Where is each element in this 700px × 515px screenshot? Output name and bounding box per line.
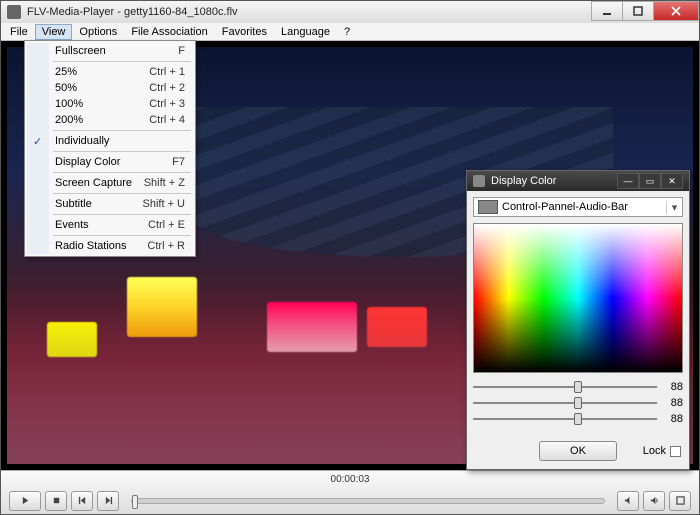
dialog-minimize-button[interactable]: — [617, 173, 639, 189]
swatch-icon [478, 200, 498, 214]
menu-item-shortcut: Ctrl + 1 [149, 66, 185, 78]
menu-options[interactable]: Options [72, 24, 124, 40]
seek-bar[interactable] [131, 498, 605, 504]
menu-item-subtitle[interactable]: Subtitle Shift + U [27, 196, 193, 212]
menu-separator [53, 61, 191, 62]
menu-separator [53, 130, 191, 131]
dialog-close-button[interactable]: ✕ [661, 173, 683, 189]
menu-item-individually[interactable]: ✓ Individually [27, 133, 193, 149]
menu-separator [53, 151, 191, 152]
menu-item-shortcut: Ctrl + 2 [149, 82, 185, 94]
ok-button[interactable]: OK [539, 441, 617, 461]
menu-item-display-color[interactable]: Display Color F7 [27, 154, 193, 170]
menu-item-25-[interactable]: 25% Ctrl + 1 [27, 64, 193, 80]
menu-item-shortcut: F [178, 45, 185, 57]
playback-time: 00:00:03 [331, 474, 370, 485]
slider-1[interactable] [473, 386, 657, 388]
slider-thumb[interactable] [574, 397, 582, 409]
mute-button[interactable] [617, 491, 639, 511]
chevron-down-icon: ▾ [666, 201, 682, 214]
time-display: 00:00:03 [1, 471, 699, 487]
menu-language[interactable]: Language [274, 24, 337, 40]
menu-item-label: Events [55, 219, 89, 231]
slider-2[interactable] [473, 402, 657, 404]
menu-help[interactable]: ? [337, 24, 357, 40]
menu-item-shortcut: Ctrl + R [147, 240, 185, 252]
menu-separator [53, 193, 191, 194]
dialog-icon [473, 175, 485, 187]
window-title: FLV-Media-Player - getty1160-84_1080c.fl… [27, 6, 238, 18]
menu-item-shortcut: Shift + Z [144, 177, 185, 189]
slider-3[interactable] [473, 418, 657, 420]
minimize-button[interactable] [591, 1, 623, 21]
menu-item-50-[interactable]: 50% Ctrl + 2 [27, 80, 193, 96]
color-target-select[interactable]: Control-Pannel-Audio-Bar ▾ [473, 197, 683, 217]
lock-label: Lock [643, 445, 666, 457]
menu-separator [53, 214, 191, 215]
view-menu-dropdown: Fullscreen F 25% Ctrl + 1 50% Ctrl + 2 100% Ctr… [24, 40, 196, 257]
menu-item-label: Screen Capture [55, 177, 132, 189]
dialog-maximize-button[interactable]: ▭ [639, 173, 661, 189]
slider-thumb[interactable] [574, 381, 582, 393]
menu-item-shortcut: Ctrl + 4 [149, 114, 185, 126]
app-icon [7, 5, 21, 19]
color-picker[interactable] [473, 223, 683, 373]
menu-item-shortcut: Ctrl + 3 [149, 98, 185, 110]
menu-item-label: 100% [55, 98, 83, 110]
maximize-button[interactable] [622, 1, 654, 21]
menu-view[interactable]: View [35, 24, 73, 40]
menu-item-label: 50% [55, 82, 77, 94]
slider-2-value: 88 [663, 397, 683, 409]
volume-button[interactable] [643, 491, 665, 511]
menu-item-label: Individually [55, 135, 109, 147]
slider-1-value: 88 [663, 381, 683, 393]
prev-button[interactable] [71, 491, 93, 511]
slider-3-value: 88 [663, 413, 683, 425]
menu-item-events[interactable]: Events Ctrl + E [27, 217, 193, 233]
seek-thumb[interactable] [132, 495, 138, 509]
menu-favorites[interactable]: Favorites [215, 24, 274, 40]
lock-checkbox[interactable] [670, 446, 681, 457]
menu-item-label: 200% [55, 114, 83, 126]
display-color-dialog: Display Color — ▭ ✕ Control-Pannel-Audio… [466, 170, 690, 470]
menu-item-fullscreen[interactable]: Fullscreen F [27, 43, 193, 59]
color-target-value: Control-Pannel-Audio-Bar [502, 201, 666, 213]
menu-file[interactable]: File [3, 24, 35, 40]
menu-item-shortcut: Ctrl + E [148, 219, 185, 231]
control-bar: 00:00:03 [1, 470, 699, 514]
menu-item-shortcut: Shift + U [143, 198, 186, 210]
menu-item-screen-capture[interactable]: Screen Capture Shift + Z [27, 175, 193, 191]
slider-thumb[interactable] [574, 413, 582, 425]
menu-item-label: Display Color [55, 156, 120, 168]
menu-item-label: Radio Stations [55, 240, 127, 252]
check-icon: ✓ [33, 135, 42, 148]
play-button[interactable] [9, 491, 41, 511]
titlebar: FLV-Media-Player - getty1160-84_1080c.fl… [1, 1, 699, 23]
menu-item-radio-stations[interactable]: Radio Stations Ctrl + R [27, 238, 193, 254]
menu-item-100-[interactable]: 100% Ctrl + 3 [27, 96, 193, 112]
close-button[interactable] [653, 1, 699, 21]
menu-separator [53, 235, 191, 236]
dialog-title: Display Color [491, 175, 556, 187]
menu-item-label: Fullscreen [55, 45, 106, 57]
menu-item-label: 25% [55, 66, 77, 78]
fullscreen-button[interactable] [669, 491, 691, 511]
menu-item-label: Subtitle [55, 198, 92, 210]
menu-item-200-[interactable]: 200% Ctrl + 4 [27, 112, 193, 128]
menu-file-association[interactable]: File Association [124, 24, 214, 40]
stop-button[interactable] [45, 491, 67, 511]
next-button[interactable] [97, 491, 119, 511]
menu-separator [53, 172, 191, 173]
menubar: File View Options File Association Favor… [1, 23, 699, 41]
menu-item-shortcut: F7 [172, 156, 185, 168]
